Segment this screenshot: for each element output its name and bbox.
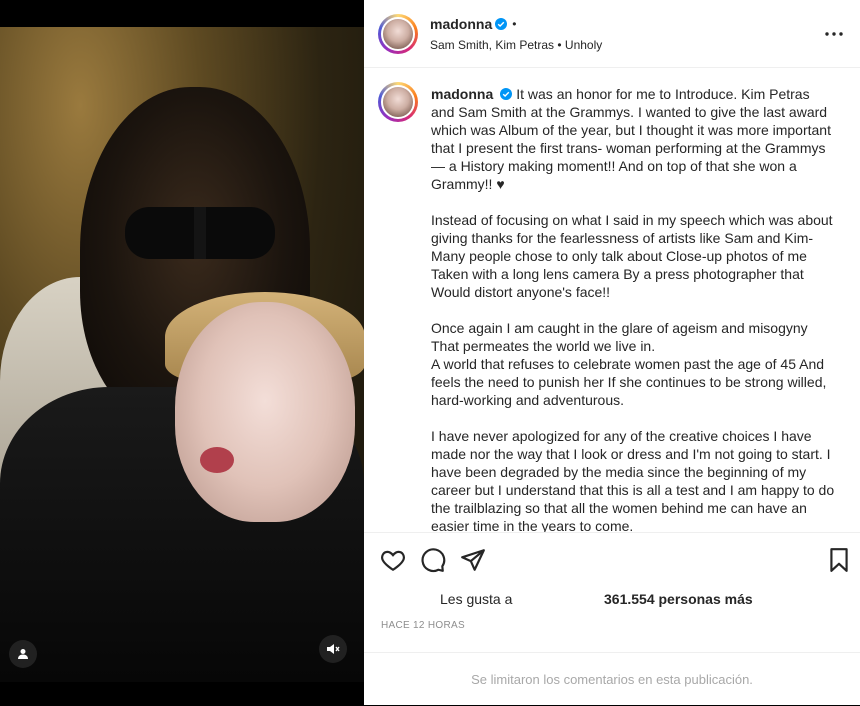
username[interactable]: madonna (430, 16, 492, 32)
caption-text: madonna It was an honor for me to Introdu… (431, 85, 835, 532)
likes-prefix: Les gusta a (440, 591, 513, 607)
audio-track-link[interactable]: Sam Smith, Kim Petras • Unholy (430, 38, 602, 52)
caption-avatar[interactable] (378, 82, 418, 122)
mute-toggle-button[interactable] (319, 635, 347, 663)
post-media (0, 0, 364, 705)
more-options-icon[interactable] (824, 24, 844, 44)
comments-limited-notice: Se limitaron los comentarios en esta pub… (364, 652, 860, 706)
avatar[interactable] (378, 14, 418, 54)
separator-dot: • (512, 17, 517, 31)
caption-paragraph: A world that refuses to celebrate women … (431, 356, 827, 408)
caption: madonna It was an honor for me to Introdu… (364, 68, 860, 532)
muted-speaker-icon (327, 644, 340, 654)
caption-paragraph: Instead of focusing on what I said in my… (431, 212, 833, 300)
post-timestamp[interactable]: HACE 12 HORAS (381, 620, 465, 631)
likes-count-link[interactable]: 361.554 personas más (604, 591, 753, 607)
comment-icon[interactable] (420, 547, 446, 573)
user-icon (18, 649, 28, 659)
post-header: madonna • Sam Smith, Kim Petras • Unholy (364, 0, 860, 68)
caption-paragraph: Once again I am caught in the glare of a… (431, 320, 808, 354)
heart-icon[interactable] (380, 547, 406, 573)
post-photo[interactable] (0, 27, 364, 682)
paper-plane-icon[interactable] (460, 547, 486, 573)
caption-username[interactable]: madonna (431, 86, 493, 102)
bookmark-icon[interactable] (826, 547, 852, 573)
verified-badge-icon (495, 18, 508, 30)
caption-paragraph: I have never apologized for any of the c… (431, 428, 835, 532)
verified-badge-icon (500, 88, 513, 100)
post-panel: madonna • Sam Smith, Kim Petras • Unholy… (364, 0, 860, 705)
action-bar: Les gusta a 361.554 personas más HACE 12… (364, 532, 860, 643)
tagged-users-button[interactable] (9, 640, 37, 668)
